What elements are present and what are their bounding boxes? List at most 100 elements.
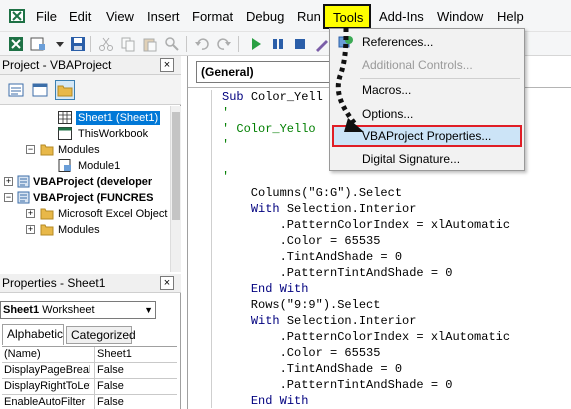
code-line[interactable]: With Selection.Interior xyxy=(222,313,417,329)
properties-title: Properties - Sheet1 xyxy=(2,276,106,290)
property-value[interactable]: False xyxy=(94,379,177,394)
code-line[interactable]: ' xyxy=(222,169,229,185)
project-tree-scrollbar[interactable] xyxy=(170,106,181,272)
menu-item-additional-controls[interactable]: Additional Controls... xyxy=(332,54,522,76)
menu-help[interactable]: Help xyxy=(497,9,524,25)
view-object-icon[interactable] xyxy=(30,80,50,100)
code-comment: ' Color_Yello xyxy=(222,122,316,136)
save-icon[interactable] xyxy=(70,36,86,52)
project-explorer-title: Project - VBAProject xyxy=(2,58,112,72)
tab-categorized[interactable]: Categorized xyxy=(66,326,136,344)
property-row[interactable]: DisplayPageBreak False xyxy=(2,363,177,379)
run-icon[interactable] xyxy=(248,36,264,52)
menu-item-options[interactable]: Options... xyxy=(332,103,522,125)
code-text: Selection.Interior xyxy=(279,314,417,328)
paste-icon[interactable] xyxy=(142,36,158,52)
project-explorer-title-bar: Project - VBAProject × xyxy=(0,56,181,75)
property-value[interactable]: False xyxy=(94,363,177,378)
menu-addins[interactable]: Add-Ins xyxy=(379,9,424,25)
menu-format[interactable]: Format xyxy=(192,9,233,25)
find-icon[interactable] xyxy=(164,36,180,52)
break-icon[interactable] xyxy=(270,36,286,52)
property-row[interactable]: DisplayRightToLef False xyxy=(2,379,177,395)
object-type: Worksheet xyxy=(42,304,95,316)
code-line[interactable]: .TintAndShade = 0 xyxy=(222,249,402,265)
code-line[interactable]: Columns("G:G").Select xyxy=(222,185,402,201)
project-close-icon[interactable]: × xyxy=(160,58,174,72)
reset-icon[interactable] xyxy=(292,36,308,52)
tools-dropdown-menu: References... Additional Controls... Mac… xyxy=(329,28,525,171)
references-icon xyxy=(338,36,353,48)
folder-icon xyxy=(57,85,73,97)
toggle-folders-button[interactable] xyxy=(55,80,75,100)
property-value[interactable]: Sheet1 xyxy=(94,347,177,362)
code-keyword: Sub xyxy=(222,90,251,104)
menu-window[interactable]: Window xyxy=(437,9,483,25)
excel-app-icon[interactable] xyxy=(8,7,26,25)
cut-icon[interactable] xyxy=(98,36,114,52)
scrollbar-thumb[interactable] xyxy=(172,112,180,220)
code-line[interactable]: .TintAndShade = 0 xyxy=(222,361,402,377)
chevron-down-icon: ▼ xyxy=(144,305,153,315)
menu-file[interactable]: File xyxy=(36,9,57,25)
code-text: .PatternTintAndShade = 0 xyxy=(222,266,453,280)
code-line[interactable]: ' xyxy=(222,105,229,121)
code-line[interactable]: Rows("9:9").Select xyxy=(222,297,381,313)
code-line[interactable]: Sub Color_Yell xyxy=(222,89,323,105)
view-excel-icon[interactable] xyxy=(8,36,24,52)
code-line[interactable]: End With xyxy=(222,281,309,297)
vbaproject-icon xyxy=(17,175,30,188)
code-keyword: End With xyxy=(250,394,309,408)
code-text: Color_Yell xyxy=(250,90,323,104)
code-line[interactable]: .PatternTintAndShade = 0 xyxy=(222,265,453,281)
insert-module-icon[interactable] xyxy=(30,36,46,52)
menu-run[interactable]: Run xyxy=(297,9,321,25)
menu-tools[interactable]: Tools xyxy=(323,4,371,29)
code-margin xyxy=(196,90,212,408)
property-row[interactable]: EnableAutoFilter False xyxy=(2,395,177,409)
menu-item-vbaproject-properties[interactable]: VBAProject Properties... xyxy=(332,125,522,147)
design-mode-icon[interactable] xyxy=(314,36,330,52)
property-value[interactable]: False xyxy=(94,395,177,409)
menu-debug[interactable]: Debug xyxy=(246,9,284,25)
redo-icon[interactable] xyxy=(216,36,232,52)
undo-icon[interactable] xyxy=(194,36,210,52)
menu-insert[interactable]: Insert xyxy=(147,9,180,25)
menu-edit[interactable]: Edit xyxy=(69,9,91,25)
menu-item-digital-signature[interactable]: Digital Signature... xyxy=(332,148,522,170)
code-line[interactable]: With Selection.Interior xyxy=(222,201,417,217)
expand-icon[interactable]: + xyxy=(26,209,35,218)
vbaproject-icon xyxy=(17,191,30,204)
property-name: DisplayPageBreak xyxy=(4,364,90,376)
expand-icon[interactable]: + xyxy=(26,225,35,234)
code-line[interactable]: .Color = 65535 xyxy=(222,345,381,361)
code-line[interactable]: ' Color_Yello xyxy=(222,121,316,137)
code-line[interactable]: .PatternColorIndex = xlAutomatic xyxy=(222,217,510,233)
code-line[interactable]: ' xyxy=(222,137,229,153)
code-text: .TintAndShade = 0 xyxy=(222,250,403,264)
view-code-icon[interactable] xyxy=(6,80,26,100)
project-tree: Sheet1 (Sheet1) ThisWorkbook − Modules M… xyxy=(4,111,168,236)
code-line[interactable]: .PatternColorIndex = xlAutomatic xyxy=(222,329,510,345)
properties-grid: (Name) Sheet1 DisplayPageBreak False Dis… xyxy=(2,346,177,409)
collapse-icon[interactable]: − xyxy=(26,145,35,154)
copy-icon[interactable] xyxy=(120,36,136,52)
menu-item-references[interactable]: References... xyxy=(332,31,522,53)
code-line[interactable]: End With xyxy=(222,393,309,409)
dropdown-arrow-icon[interactable] xyxy=(52,36,68,52)
code-text: .Color = 65535 xyxy=(222,234,381,248)
code-keyword: With xyxy=(250,314,280,328)
properties-object-select[interactable]: Sheet1 Worksheet ▼ xyxy=(0,301,156,319)
expand-icon[interactable]: + xyxy=(4,177,13,186)
collapse-icon[interactable]: − xyxy=(4,193,13,202)
properties-close-icon[interactable]: × xyxy=(160,276,174,290)
properties-title-bar: Properties - Sheet1 × xyxy=(0,274,181,293)
code-line[interactable]: .Color = 65535 xyxy=(222,233,381,249)
code-line[interactable]: .PatternTintAndShade = 0 xyxy=(222,377,453,393)
menu-view[interactable]: View xyxy=(106,9,134,25)
menu-item-macros[interactable]: Macros... xyxy=(332,79,522,101)
property-row[interactable]: (Name) Sheet1 xyxy=(2,347,177,363)
tab-alphabetic[interactable]: Alphabetic xyxy=(2,324,64,345)
